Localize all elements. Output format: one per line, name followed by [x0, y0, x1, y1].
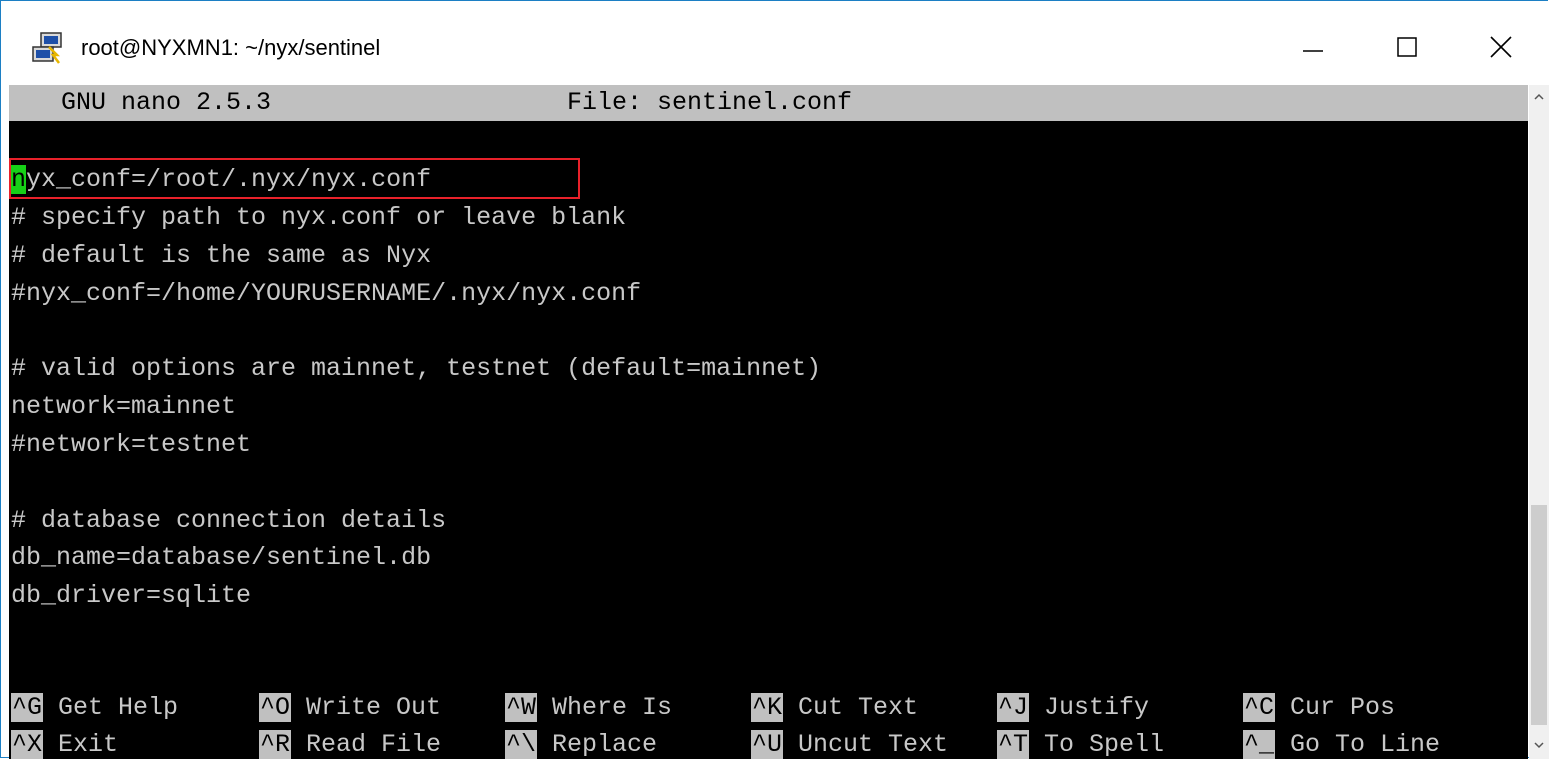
shortcut-label: Where Is: [552, 693, 673, 722]
shortcut-key: ^G: [11, 693, 44, 722]
title-bar[interactable]: root@NYXMN1: ~/nyx/sentinel: [1, 1, 1548, 85]
nano-file-label: File: sentinel.conf: [567, 88, 853, 117]
editor-line[interactable]: #nyx_conf=/home/YOURUSERNAME/.nyx/nyx.co…: [11, 276, 641, 312]
shortcut-label: Cur Pos: [1290, 693, 1396, 722]
shortcut-read-file[interactable]: ^R Read File: [259, 727, 441, 759]
shortcut-label: Justify: [1044, 693, 1150, 722]
shortcut-label: Cut Text: [798, 693, 919, 722]
shortcut-key: ^O: [259, 693, 292, 722]
shortcut-get-help[interactable]: ^G Get Help: [11, 690, 178, 726]
shortcut-where-is[interactable]: ^W Where Is: [505, 690, 672, 726]
shortcut-justify[interactable]: ^J Justify: [997, 690, 1149, 726]
shortcut-label: Read File: [306, 730, 442, 759]
close-icon: [1490, 36, 1512, 58]
shortcut-label: Uncut Text: [798, 730, 949, 759]
shortcut-key: ^W: [505, 693, 538, 722]
shortcut-label: Go To Line: [1290, 730, 1441, 759]
shortcut-go-to-line[interactable]: ^_ Go To Line: [1243, 727, 1440, 759]
shortcut-key: ^C: [1243, 693, 1276, 722]
maximize-icon: [1397, 37, 1417, 57]
shortcut-exit[interactable]: ^X Exit: [11, 727, 118, 759]
shortcut-key: ^\: [505, 730, 538, 759]
editor-line[interactable]: # database connection details: [11, 503, 446, 539]
minimize-button[interactable]: [1281, 23, 1345, 71]
vertical-scrollbar[interactable]: [1529, 85, 1549, 759]
chevron-up-icon: [1534, 93, 1544, 100]
terminal-area[interactable]: GNU nano 2.5.3 File: sentinel.conf nyx_c…: [9, 85, 1528, 759]
editor-line[interactable]: db_name=database/sentinel.db: [11, 540, 431, 576]
editor-line[interactable]: db_driver=sqlite: [11, 578, 251, 614]
shortcut-label: Replace: [552, 730, 658, 759]
maximize-button[interactable]: [1375, 23, 1439, 71]
editor-line[interactable]: # specify path to nyx.conf or leave blan…: [11, 200, 626, 236]
editor-line[interactable]: #network=testnet: [11, 427, 251, 463]
putty-icon: [32, 32, 62, 64]
minimize-icon: [1303, 50, 1323, 52]
shortcut-key: ^R: [259, 730, 292, 759]
editor-line[interactable]: network=mainnet: [11, 389, 236, 425]
scroll-down-button[interactable]: [1529, 733, 1549, 757]
shortcut-replace[interactable]: ^\ Replace: [505, 727, 657, 759]
shortcut-label: Get Help: [58, 693, 179, 722]
close-button[interactable]: [1469, 23, 1533, 71]
shortcut-uncut-text[interactable]: ^U Uncut Text: [751, 727, 948, 759]
scrollbar-thumb[interactable]: [1531, 505, 1547, 725]
scroll-up-button[interactable]: [1529, 85, 1549, 109]
nano-header: GNU nano 2.5.3 File: sentinel.conf: [9, 85, 1528, 121]
shortcut-key: ^U: [751, 730, 784, 759]
putty-window: root@NYXMN1: ~/nyx/sentinel GNU nano 2.5…: [0, 0, 1549, 759]
shortcut-key: ^T: [997, 730, 1030, 759]
shortcut-cur-pos[interactable]: ^C Cur Pos: [1243, 690, 1395, 726]
shortcut-key: ^J: [997, 693, 1030, 722]
shortcut-key: ^K: [751, 693, 784, 722]
shortcut-to-spell[interactable]: ^T To Spell: [997, 727, 1164, 759]
shortcut-write-out[interactable]: ^O Write Out: [259, 690, 441, 726]
editor-line[interactable]: # valid options are mainnet, testnet (de…: [11, 351, 821, 387]
chevron-down-icon: [1534, 742, 1544, 749]
nano-version: GNU nano 2.5.3: [61, 88, 272, 117]
shortcut-label: To Spell: [1044, 730, 1165, 759]
editor-line[interactable]: # default is the same as Nyx: [11, 238, 431, 274]
shortcut-key: ^X: [11, 730, 44, 759]
window-title: root@NYXMN1: ~/nyx/sentinel: [81, 35, 381, 60]
shortcut-label: Exit: [58, 730, 119, 759]
shortcut-label: Write Out: [306, 693, 442, 722]
shortcut-key: ^_: [1243, 730, 1276, 759]
shortcut-cut-text[interactable]: ^K Cut Text: [751, 690, 918, 726]
highlight-annotation-box: [9, 158, 580, 199]
